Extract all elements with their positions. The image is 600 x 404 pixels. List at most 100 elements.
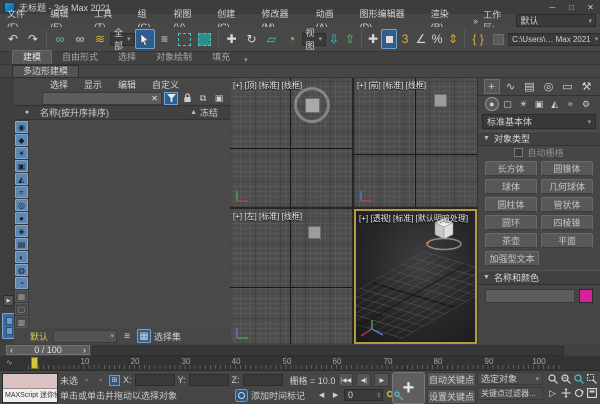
pyramid-button[interactable]: 四棱锥 [541,215,593,230]
name-column-header[interactable]: 名称(按升序排序) [40,106,187,119]
select-and-scale-button[interactable]: ▱ [262,29,282,49]
angle-snap-toggle-button[interactable]: ∠ [413,29,429,49]
transform-typein-icon[interactable]: ⊞ [109,375,120,386]
primitive-category-dropdown[interactable]: 标准基本体 ▾ [482,114,596,129]
sync-selection-icon[interactable]: ⧉ [196,92,210,105]
filter-cameras-icon[interactable]: ▣ [15,160,28,172]
tab-modify-icon[interactable]: ∿ [503,79,519,94]
select-and-place-button[interactable]: ◔ [282,29,302,49]
filter-off-icon-1[interactable]: ▦ [15,290,28,302]
play-button[interactable]: ▶ [374,373,389,387]
ribbon-config-chevron-icon[interactable]: ▾ [244,56,248,64]
next-key-icon[interactable]: ▶ [330,390,341,401]
subcat-cameras-icon[interactable]: ▣ [532,97,546,111]
tab-hierarchy-icon[interactable]: ▤ [522,79,538,94]
time-slider-handle[interactable]: ‹ 0 / 100 › [6,345,90,355]
sort-ascending-icon[interactable]: ▲ [187,109,200,116]
trackbar-ruler[interactable]: 10 20 30 40 50 60 70 80 90 100 [28,356,562,370]
sphere-button[interactable]: 球体 [485,179,537,194]
orbit-icon[interactable] [572,386,585,400]
viewport-left[interactable]: [+] [左] [标准] [线框] [230,209,352,344]
viewport-front[interactable]: [+] [前] [标准] [线框] [354,78,477,207]
tab-display-icon[interactable]: ▭ [560,79,576,94]
project-folder-dropdown[interactable]: C:\Users\… Max 2021 ▾ [508,33,600,46]
key-filters-button[interactable]: 关键点过滤器... [477,387,543,400]
filter-shapes-icon[interactable]: ◆ [15,134,28,146]
ribbon-subtab-polygon-modeling[interactable]: 多边形建模 [12,65,79,78]
toolbar-blank-button[interactable] [488,29,508,49]
subcat-shapes-icon[interactable]: ▢ [501,97,515,111]
object-name-input[interactable] [485,289,575,303]
y-coordinate-field[interactable] [189,374,229,386]
explorer-search-input[interactable]: ✕ [42,92,162,105]
viewport-label-top[interactable]: [+] [顶] [标准] [线框] [233,80,302,91]
subcat-lights-icon[interactable]: ☀ [516,97,530,111]
bind-to-space-warp-button[interactable]: ≋ [90,29,110,49]
current-frame-marker[interactable] [31,357,38,369]
add-time-tag-label[interactable]: 添加时间标记 [251,389,305,402]
explorer-menu-edit[interactable]: 编辑 [110,78,144,91]
subcat-geometry-icon[interactable]: ● [485,97,499,111]
percent-snap-toggle-button[interactable]: % [429,29,445,49]
explorer-menu-select[interactable]: 选择 [42,78,76,91]
select-and-move-button[interactable]: ✚ [222,29,242,49]
object-color-swatch[interactable] [579,289,593,303]
spinner-icon[interactable]: ⇕ [376,392,382,399]
add-time-tag-icon[interactable] [235,389,248,402]
filter-misc-icon[interactable]: ◔ [15,277,28,289]
viewport-label-left[interactable]: [+] [左] [标准] [线框] [233,211,302,222]
filter-helpers-icon[interactable]: ◭ [15,173,28,185]
select-and-link-button[interactable]: ∞ [50,29,70,49]
zoom-region-icon[interactable] [585,372,598,386]
textplus-button[interactable]: 加强型文本 [485,251,539,266]
cone-button[interactable]: 圆锥体 [541,161,593,176]
viewcube-icon[interactable] [308,226,321,239]
edit-named-selection-sets-button[interactable]: { } [468,29,488,49]
explorer-preset-dropdown[interactable]: ▾ [53,330,117,343]
rollout-object-type[interactable]: ▼ 对象类型 [478,131,600,146]
filter-groups-icon[interactable]: ◎ [15,199,28,211]
tab-utilities-icon[interactable]: ⚒ [579,79,595,94]
grid-view-icon[interactable]: ▦ [137,329,151,343]
explorer-object-list[interactable] [29,120,230,328]
maximize-viewport-toggle-icon[interactable] [585,386,598,400]
maximize-button[interactable]: □ [562,1,581,14]
selection-lock-icon[interactable]: ▫ [95,375,106,386]
ribbon-tab-selection[interactable]: 选择 [108,51,146,64]
ribbon-tab-object-paint[interactable]: 对象绘制 [146,51,202,64]
snap-3d-button[interactable]: 3 [397,29,413,49]
frozen-column-header[interactable]: 冻结 [200,106,230,119]
redo-button[interactable]: ↷ [23,29,43,49]
set-key-button[interactable]: 设置关键点 [427,389,476,404]
snap-move-icon[interactable]: ✚ [365,29,381,49]
tab-create-icon[interactable]: + [484,79,500,94]
viewcube-icon[interactable] [305,98,320,113]
zoom-icon[interactable] [546,372,559,386]
lock-icon[interactable] [180,92,194,105]
maxscript-macro-row[interactable] [3,374,57,389]
use-selection-center-button[interactable]: ⇧ [342,29,358,49]
maxscript-listener-row[interactable]: MAXScript 迷你侦听器 [3,389,57,402]
key-mode-dropdown[interactable]: 选定对象 ▾ [477,372,543,385]
snaps-toggle-button[interactable] [381,29,397,49]
pin-explorer-icon[interactable]: ▣ [212,92,226,105]
filter-funnel-icon[interactable] [164,92,178,105]
menu-overflow-icon[interactable]: » [468,16,483,26]
select-object-button[interactable] [135,29,155,49]
autogrid-checkbox[interactable] [514,148,523,157]
ribbon-tab-modeling[interactable]: 建模 [12,50,52,64]
z-coordinate-field[interactable] [243,374,283,386]
prev-frame-icon[interactable]: ‹ [10,345,13,355]
viewport-label-front[interactable]: [+] [前] [标准] [线框] [357,80,426,91]
previous-frame-button[interactable]: ◀| [356,373,371,387]
use-pivot-point-button[interactable]: ⇩ [326,29,342,49]
auto-key-button[interactable]: 自动关键点 [427,372,476,387]
pan-icon[interactable] [559,386,572,400]
minimize-button[interactable]: ─ [543,1,562,14]
ribbon-tab-populate[interactable]: 填充 [202,51,240,64]
viewport-top[interactable]: [+] [顶] [标准] [线框] [230,78,352,207]
filter-spacewarps-icon[interactable]: ≈ [15,186,28,198]
subcat-spacewarps-icon[interactable]: ≈ [563,97,577,111]
viewcube-icon[interactable] [434,94,447,107]
explorer-menu-display[interactable]: 显示 [76,78,110,91]
